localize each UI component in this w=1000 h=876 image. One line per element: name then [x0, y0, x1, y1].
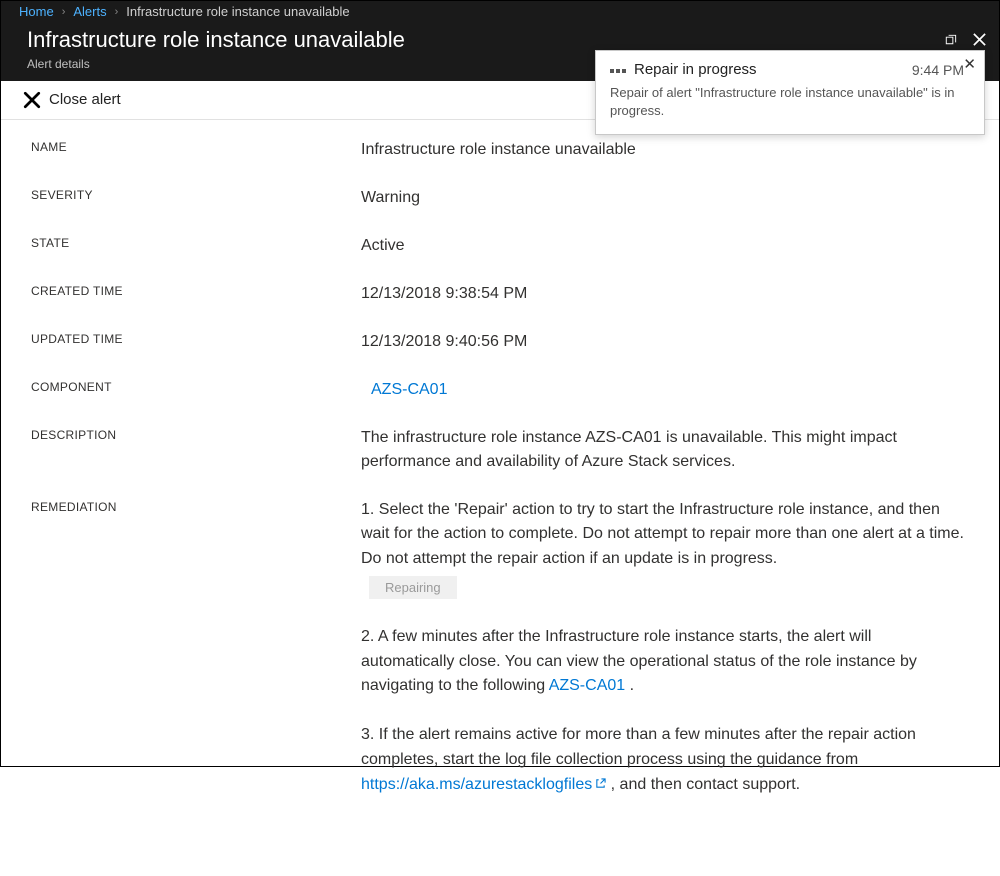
toast-close-icon[interactable]: ✕ [963, 57, 976, 72]
chevron-right-icon: › [62, 6, 66, 18]
restore-window-icon[interactable] [943, 32, 958, 50]
description-value: The infrastructure role instance AZS-CA0… [361, 426, 969, 474]
updated-time-label: UPDATED TIME [31, 330, 361, 346]
remediation-step1: 1. Select the 'Repair' action to try to … [361, 501, 964, 568]
notification-toast: ✕ Repair in progress 9:44 PM Repair of a… [595, 50, 985, 135]
updated-time-value: 12/13/2018 9:40:56 PM [361, 330, 969, 354]
description-label: DESCRIPTION [31, 426, 361, 442]
breadcrumb: Home › Alerts › Infrastructure role inst… [1, 1, 999, 22]
breadcrumb-current: Infrastructure role instance unavailable [126, 4, 349, 19]
component-link[interactable]: AZS-CA01 [361, 378, 969, 402]
x-icon [23, 91, 41, 109]
logfiles-link[interactable]: https://aka.ms/azurestacklogfiles [361, 776, 606, 793]
toast-title: Repair in progress [634, 61, 904, 78]
remediation-step2: 2. A few minutes after the Infrastructur… [361, 625, 969, 699]
severity-value: Warning [361, 186, 969, 210]
created-time-value: 12/13/2018 9:38:54 PM [361, 282, 969, 306]
close-icon[interactable] [972, 32, 987, 50]
repair-button: Repairing [369, 576, 457, 599]
breadcrumb-alerts[interactable]: Alerts [73, 4, 106, 19]
close-alert-button[interactable]: Close alert [23, 91, 121, 109]
component-label: COMPONENT [31, 378, 361, 394]
remediation-step3: 3. If the alert remains active for more … [361, 723, 969, 797]
toast-body: Repair of alert "Infrastructure role ins… [610, 84, 970, 120]
severity-label: SEVERITY [31, 186, 361, 202]
state-label: STATE [31, 234, 361, 250]
chevron-right-icon: › [115, 6, 119, 18]
alert-details: NAME Infrastructure role instance unavai… [1, 120, 999, 876]
remediation-value: 1. Select the 'Repair' action to try to … [361, 498, 969, 822]
created-time-label: CREATED TIME [31, 282, 361, 298]
toast-time: 9:44 PM [912, 62, 964, 78]
remediation-label: REMEDIATION [31, 498, 361, 514]
progress-icon [610, 67, 626, 73]
state-value: Active [361, 234, 969, 258]
close-alert-label: Close alert [49, 91, 121, 108]
breadcrumb-home[interactable]: Home [19, 4, 54, 19]
component-inline-link[interactable]: AZS-CA01 [549, 677, 625, 694]
name-value: Infrastructure role instance unavailable [361, 138, 969, 162]
name-label: NAME [31, 138, 361, 154]
external-link-icon [595, 778, 606, 789]
